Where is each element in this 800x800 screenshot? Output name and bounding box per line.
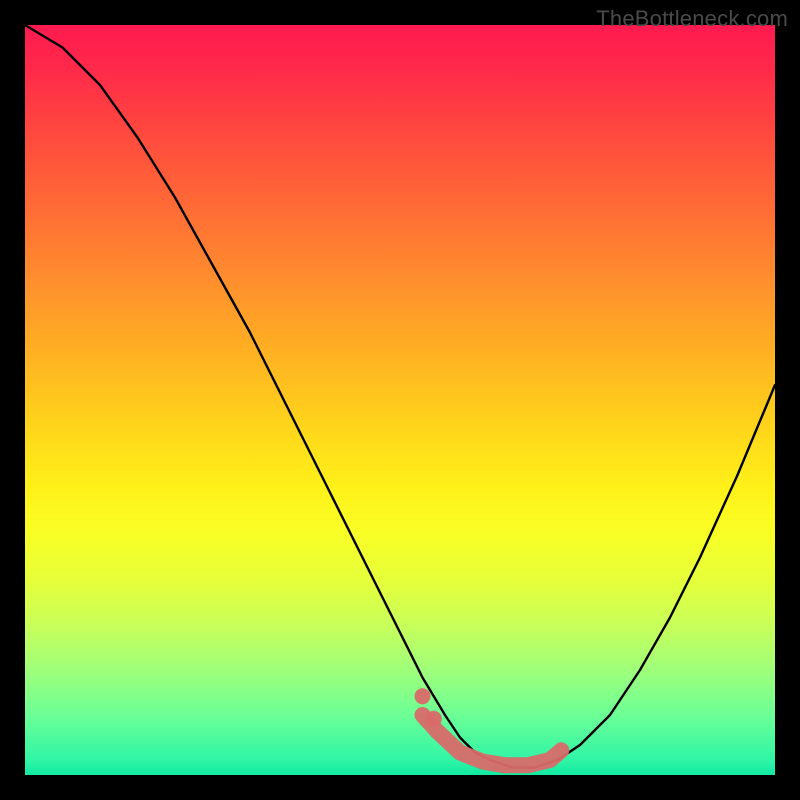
watermark-text: TheBottleneck.com	[596, 6, 788, 32]
chart-plot-area	[25, 25, 775, 775]
optimal-markers	[25, 25, 775, 775]
